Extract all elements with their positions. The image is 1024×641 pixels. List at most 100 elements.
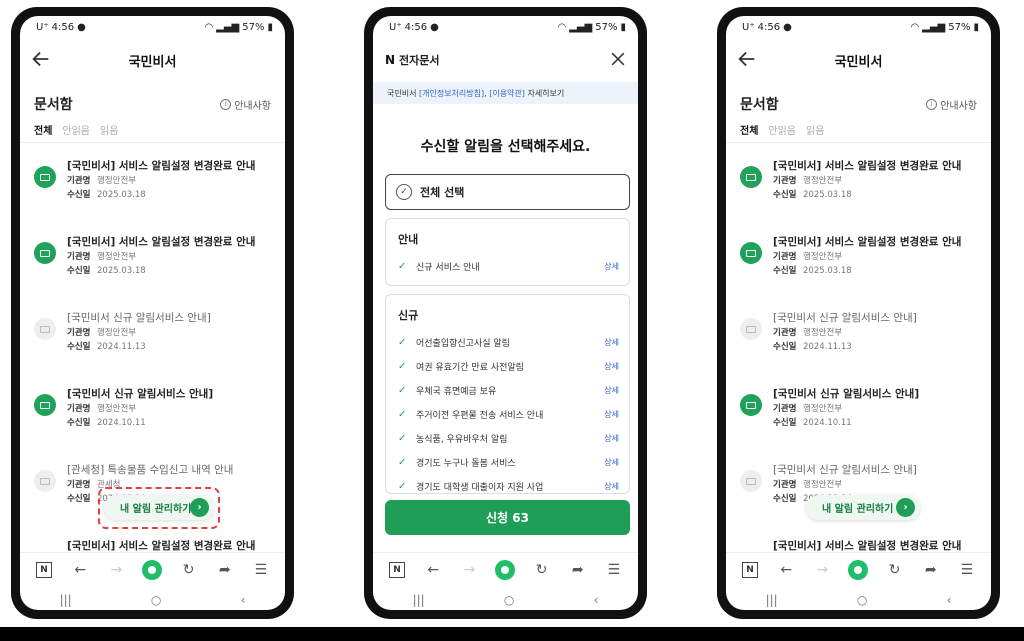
green-dot-icon[interactable] [141,559,163,581]
document-box-screen: U⁺ 4:56 ● ◠ ▂▄▆ 57% ▮ 국민비서 문서함 i 안내사항 전체 안읽음 읽… [20,16,285,610]
notice-link[interactable]: i 안내사항 [220,97,271,112]
banner-separator: , [484,88,487,98]
date-value: 2024.11.13 [803,342,852,352]
back-arrow-icon[interactable] [30,48,52,70]
document-item[interactable]: [국민비서 신규 알림서비스 안내] 기관명 행정안전부 수신일 2024.11.1… [740,310,980,372]
option-label: 농식품, 우유바우처 알림 [416,434,508,445]
naver-home-icon[interactable]: N [739,559,761,581]
option-item[interactable]: ✓ 신규 서비스 안내 상세 [398,257,619,275]
edoc-header: N 전자문서 [373,42,638,78]
share-icon[interactable]: ➦ [567,559,589,581]
unread-mail-icon [740,242,762,264]
tab-all[interactable]: 전체 [740,122,758,137]
recent-apps-icon[interactable]: ||| [766,593,778,607]
tab-unread[interactable]: 안읽음 [62,122,90,137]
option-item[interactable]: ✓ 경기도 대학생 대출이자 지원 사업 상세 [398,477,619,493]
check-icon: ✓ [398,408,407,420]
option-item[interactable]: ✓ 우체국 휴면예금 보유 상세 [398,381,619,399]
option-item[interactable]: ✓ 여권 유효기간 만료 사전알림 상세 [398,357,619,375]
system-back-icon[interactable]: ‹ [241,593,246,607]
tab-read[interactable]: 읽음 [100,122,118,137]
agency-label: 기관명 [773,328,797,338]
back-arrow-icon[interactable] [736,48,758,70]
home-icon[interactable]: ○ [857,593,867,607]
share-icon[interactable]: ➦ [214,559,236,581]
agency-row: 기관명 행정안전부 [773,174,842,186]
option-item[interactable]: ✓ 경기도 누구나 돌봄 서비스 상세 [398,453,619,471]
system-back-icon[interactable]: ‹ [594,593,599,607]
privacy-policy-link[interactable]: [개인정보처리방침] [419,88,484,99]
chevron-right-icon: › [190,498,209,517]
document-title: [국민비서 신규 알림서비스 안내] [773,312,917,324]
forward-icon[interactable]: → [105,559,127,581]
forward-icon[interactable]: → [811,559,833,581]
document-item[interactable]: [국민비서] 서비스 알림설정 변경완료 안내 기관명 행정안전부 수신일 2025… [740,158,980,220]
details-link[interactable]: 자세히보기 [527,88,564,99]
agency-row: 기관명 행정안전부 [67,250,136,262]
detail-link[interactable]: 상세 [604,361,619,372]
battery-icon: ▮ [267,21,273,33]
forward-icon[interactable]: → [458,559,480,581]
edoc-title: 전자문서 [399,54,440,67]
tab-read[interactable]: 읽음 [806,122,824,137]
system-back-icon[interactable]: ‹ [947,593,952,607]
date-value: 2024.10.11 [97,418,146,428]
chat-icon: ● [430,21,439,33]
detail-link[interactable]: 상세 [604,261,619,272]
refresh-icon[interactable]: ↻ [531,559,553,581]
refresh-icon[interactable]: ↻ [884,559,906,581]
naver-home-icon[interactable]: N [386,559,408,581]
detail-link[interactable]: 상세 [604,385,619,396]
document-item[interactable]: [국민비서 신규 알림서비스 안내] 기관명 행정안전부 수신일 2024.11.1… [34,310,274,372]
option-item[interactable]: ✓ 어선출입항신고사실 알림 상세 [398,333,619,351]
document-item[interactable]: [국민비서] 서비스 알림설정 변경완료 안내 기관명 행정안전부 수신일 2025… [34,158,274,220]
document-item[interactable]: [국민비서 신규 알림서비스 안내] 기관명 행정안전부 수신일 2024.10.1… [740,386,980,448]
submit-button[interactable]: 신청 63 [385,500,630,535]
select-all-button[interactable]: ✓ 전체 선택 [385,174,630,210]
section-title: 문서함 [740,97,779,113]
menu-icon[interactable]: ☰ [250,559,272,581]
green-dot-icon[interactable] [494,559,516,581]
agency-row: 기관명 행정안전부 [67,174,136,186]
notice-link[interactable]: i 안내사항 [926,97,977,112]
recent-apps-icon[interactable]: ||| [60,593,72,607]
battery-label: 57% [948,21,971,33]
clock: 4:56 [404,21,428,33]
refresh-icon[interactable]: ↻ [178,559,200,581]
back-icon[interactable]: ← [775,559,797,581]
option-item[interactable]: ✓ 주거이전 우편물 전송 서비스 안내 상세 [398,405,619,423]
document-item[interactable]: [국민비서] 서비스 알림설정 변경완료 안내 [34,538,274,552]
date-label: 수신일 [773,190,797,200]
document-item[interactable]: [국민비서 신규 알림서비스 안내] 기관명 행정안전부 수신일 2024.10.1… [34,386,274,448]
close-icon[interactable] [608,49,628,69]
document-item[interactable]: [국민비서] 서비스 알림설정 변경완료 안내 기관명 행정안전부 수신일 2025… [34,234,274,296]
agency-value: 행정안전부 [97,328,137,338]
tab-unread[interactable]: 안읽음 [768,122,796,137]
back-icon[interactable]: ← [422,559,444,581]
share-icon[interactable]: ➦ [920,559,942,581]
menu-icon[interactable]: ☰ [603,559,625,581]
recent-apps-icon[interactable]: ||| [413,593,425,607]
carrier-label: U⁺ [36,21,49,33]
document-item[interactable]: [국민비서] 서비스 알림설정 변경완료 안내 [740,538,980,552]
option-item[interactable]: ✓ 농식품, 우유바우처 알림 상세 [398,429,619,447]
detail-link[interactable]: 상세 [604,481,619,492]
terms-link[interactable]: [이용약관] [489,88,525,99]
menu-icon[interactable]: ☰ [956,559,978,581]
document-item[interactable]: [국민비서] 서비스 알림설정 변경완료 안내 기관명 행정안전부 수신일 2025… [740,234,980,296]
home-icon[interactable]: ○ [504,593,514,607]
battery-label: 57% [242,21,265,33]
detail-link[interactable]: 상세 [604,337,619,348]
manage-notifications-button[interactable]: 내 알림 관리하기 › [806,495,920,520]
date-row: 수신일 2024.10.11 [67,416,146,428]
tab-all[interactable]: 전체 [34,122,52,137]
detail-link[interactable]: 상세 [604,433,619,444]
manage-notifications-button[interactable]: 내 알림 관리하기 › [104,495,214,520]
green-dot-icon[interactable] [847,559,869,581]
detail-link[interactable]: 상세 [604,457,619,468]
home-icon[interactable]: ○ [151,593,161,607]
date-label: 수신일 [67,342,91,352]
naver-home-icon[interactable]: N [33,559,55,581]
back-icon[interactable]: ← [69,559,91,581]
detail-link[interactable]: 상세 [604,409,619,420]
